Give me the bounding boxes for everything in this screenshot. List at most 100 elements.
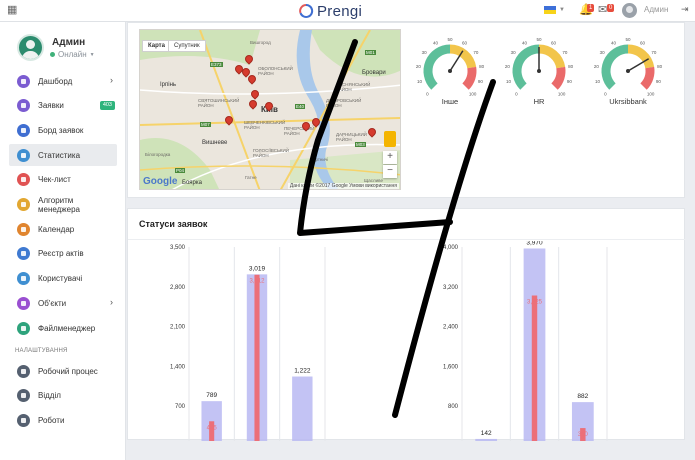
gauge-tick-label: 100: [647, 92, 655, 97]
gauge-band: [423, 44, 451, 90]
ukraine-flag-icon[interactable]: [544, 6, 556, 14]
map-district-label: ГОЛОСІЇВСЬКИЙ РАЙОН: [253, 148, 289, 158]
sidebar-item-board[interactable]: Борд заявок: [9, 119, 117, 141]
map-district-label: ОБОЛОНСЬКИЙ РАЙОН: [258, 66, 293, 76]
map-copyright[interactable]: Дані карти ©2017 Google Умови використан…: [287, 183, 399, 189]
data-label: 3,012: [249, 279, 265, 285]
map-place-label: Вишневе: [202, 140, 228, 146]
sidebar-item-calendar[interactable]: Календар: [9, 218, 117, 240]
online-dot-icon: [50, 52, 55, 57]
gauge-tick-label: 70: [473, 50, 479, 55]
map[interactable]: Карта Супутник Київ Бровари Ірпінь Вишне…: [139, 29, 401, 190]
grid-icon[interactable]: ▦: [7, 3, 17, 17]
logout-icon[interactable]: ⇥: [681, 2, 689, 16]
gauge-tick-label: 30: [422, 50, 428, 55]
gauge-tick-label: 50: [536, 37, 542, 42]
y-tick-label: 800: [448, 404, 459, 410]
avatar[interactable]: [622, 3, 637, 18]
road-label: M03: [355, 142, 366, 147]
sidebar-item-label: Об'єкти: [38, 298, 67, 308]
registry-icon: [17, 247, 30, 261]
gauge-tick-label: 80: [568, 64, 574, 69]
sidebar-item-objects[interactable]: Об'єкти ›: [9, 292, 117, 314]
google-logo: Google: [143, 176, 178, 187]
gauge-tick-label: 90: [478, 79, 484, 84]
user-avatar[interactable]: [17, 34, 44, 61]
sidebar-item-tools[interactable]: Роботи: [9, 409, 117, 431]
road-label: P04: [175, 168, 186, 173]
gauge-tick-label: 20: [594, 64, 600, 69]
sidebar-item-tickets[interactable]: Заявки 403: [9, 95, 117, 117]
sidebar-item-workflow[interactable]: Робочий процес: [9, 360, 117, 382]
status-chart-right: 800 1,600 2,400 3,200 4,000 142 3,970 3,025 882 3…: [443, 241, 608, 441]
top-username[interactable]: Админ: [644, 5, 668, 14]
logo-icon: [299, 3, 314, 18]
gauge-tick-label: 100: [469, 92, 477, 97]
mail-icon[interactable]: ✉: [598, 3, 607, 17]
data-label: 1,222: [294, 368, 311, 375]
street-view-pegman-icon[interactable]: [384, 131, 396, 147]
gauge-tick-label: 30: [511, 50, 517, 55]
section-title: Статуси заявок: [139, 219, 208, 229]
data-label: 435: [207, 425, 218, 431]
sidebar-item-dashboard[interactable]: Дашборд ›: [9, 70, 117, 92]
sidebar-item-file-manager[interactable]: Файлменеджер: [9, 317, 117, 339]
data-label: 3,970: [526, 241, 543, 246]
mail-badge: 0: [607, 4, 615, 12]
logo[interactable]: Prengi: [298, 0, 362, 22]
data-label: 3,025: [527, 300, 543, 306]
sidebar-item-label: Статистика: [38, 150, 81, 160]
status-card: Статуси заявок 700 1,400 2,100 2,800 3,500 78…: [127, 208, 686, 441]
sidebar-item-label: Алгоритм менеджера: [38, 195, 81, 214]
gauge-tick-label: 0: [426, 92, 429, 97]
sidebar-item-users[interactable]: Користувачі: [9, 268, 117, 290]
y-tick-label: 3,500: [170, 245, 186, 251]
gauge-tick-label: 30: [600, 50, 606, 55]
map-place-label: Бровари: [362, 70, 386, 76]
gauge-band: [601, 44, 629, 90]
board-icon: [17, 123, 30, 137]
dashboard-icon: [17, 74, 30, 88]
road-label: M07: [200, 122, 211, 127]
sidebar-item-registry[interactable]: Реєстр актів: [9, 243, 117, 265]
users-icon: [17, 272, 30, 286]
gauge-tick-label: 40: [611, 40, 617, 45]
bar-red: [531, 295, 538, 441]
top-bar: ▦ Prengi ▼ 🔔 1 ✉ 0 Админ ⇥: [0, 0, 695, 22]
sidebar-item-checklist[interactable]: Чек-лист: [9, 169, 117, 191]
sidebar-item-algorithm[interactable]: Алгоритм менеджера: [9, 194, 117, 216]
divider: [128, 239, 686, 240]
chevron-right-icon: ›: [110, 297, 113, 308]
user-name: Админ: [52, 37, 86, 48]
status-chart-left: 700 1,400 2,100 2,800 3,500 789 435 3,019 3,012 1…: [170, 245, 326, 441]
gauge-band: [640, 66, 655, 90]
y-tick-label: 2,800: [170, 285, 186, 291]
y-tick-label: 3,200: [443, 285, 459, 291]
map-place-label: Боярка: [182, 180, 202, 186]
zoom-in-button[interactable]: +: [383, 151, 397, 164]
file-manager-icon: [17, 321, 30, 335]
zoom-out-button[interactable]: −: [383, 165, 397, 178]
bar-total: [475, 438, 498, 441]
gauge-label: Інше: [441, 97, 459, 106]
map-place-label: Білогородка: [145, 152, 171, 157]
sidebar-item-statistics[interactable]: Статистика: [9, 144, 117, 167]
sidebar-item-label: Заявки: [38, 101, 64, 111]
sidebar-item-label: Файлменеджер: [38, 323, 96, 333]
map-tab-map[interactable]: Карта: [142, 40, 171, 52]
gauge-tick-label: 10: [417, 79, 423, 84]
chevron-down-icon[interactable]: ▼: [559, 7, 565, 13]
map-district-label: ДЕСНЯНСЬКИЙ РАЙОН: [336, 82, 371, 92]
gauge-tick-label: 60: [462, 40, 468, 45]
sidebar-item-department[interactable]: Відділ: [9, 385, 117, 407]
user-status[interactable]: Онлайн ▼: [50, 50, 95, 59]
y-tick-label: 700: [175, 404, 186, 410]
gauge-tick-label: 20: [416, 64, 422, 69]
algorithm-icon: [17, 198, 30, 211]
settings-section-label: НАЛАШТУВАННЯ: [15, 348, 68, 354]
gauge-tick-label: 60: [640, 40, 646, 45]
map-place-label: Вишгород: [250, 40, 271, 45]
sidebar-item-label: Відділ: [38, 391, 61, 400]
gauge-tick-label: 100: [558, 92, 566, 97]
map-tab-satellite[interactable]: Супутник: [168, 40, 206, 52]
